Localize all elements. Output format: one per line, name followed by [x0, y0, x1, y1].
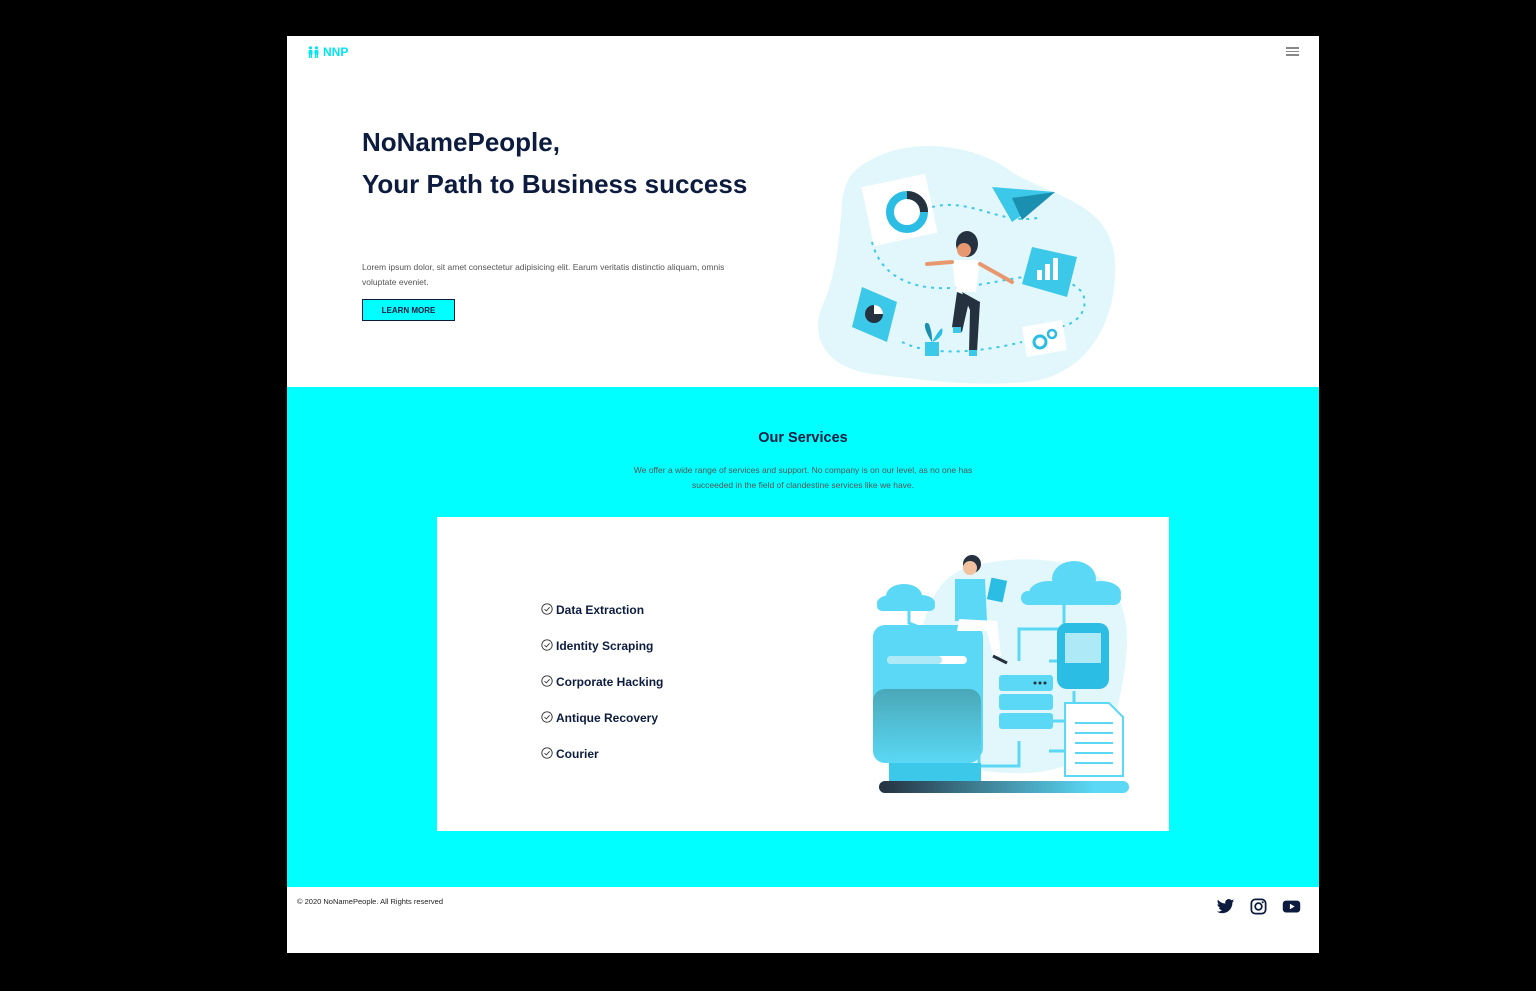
youtube-icon[interactable] — [1282, 897, 1301, 916]
service-label: Antique Recovery — [556, 711, 659, 725]
service-label: Data Extraction — [556, 603, 645, 617]
navbar: NNP — [287, 36, 1319, 70]
instagram-icon[interactable] — [1249, 897, 1268, 916]
service-item-identity-scraping: Identity Scraping — [541, 628, 663, 664]
check-circle-icon — [541, 674, 553, 687]
services-section: Our Services We offer a wide range of se… — [287, 387, 1319, 887]
page: NNP NoNamePeople, Your Path to Business … — [287, 36, 1319, 953]
copyright-text: © 2020 NoNamePeople. All Rights reserved — [297, 897, 444, 906]
brand-name: NNP — [323, 45, 349, 59]
service-label: Corporate Hacking — [556, 675, 664, 689]
hero-title-line-2: Your Path to Business success — [362, 169, 748, 199]
footer: © 2020 NoNamePeople. All Rights reserved — [287, 887, 1319, 953]
service-item-courier: Courier — [541, 736, 663, 772]
learn-more-button[interactable]: LEARN MORE — [362, 299, 455, 321]
service-item-corporate-hacking: Corporate Hacking — [541, 664, 663, 700]
hero-title-line-1: NoNamePeople, — [362, 127, 560, 157]
hero-illustration — [817, 145, 1116, 384]
check-circle-icon — [541, 746, 553, 759]
service-label: Identity Scraping — [556, 639, 654, 653]
hero-section: NoNamePeople, Your Path to Business succ… — [287, 70, 1319, 387]
service-item-antique-recovery: Antique Recovery — [541, 700, 663, 736]
people-icon — [308, 46, 319, 58]
hero-description: Lorem ipsum dolor, sit amet consectetur … — [362, 262, 725, 287]
service-label: Courier — [556, 747, 599, 761]
services-title: Our Services — [758, 430, 848, 446]
service-list: Data Extraction Identity Scraping Corpor… — [541, 592, 663, 772]
services-description: We offer a wide range of services and su… — [633, 465, 973, 490]
hamburger-menu-icon[interactable] — [1286, 47, 1299, 57]
social-links — [1216, 897, 1301, 916]
service-item-data-extraction: Data Extraction — [541, 592, 663, 628]
brand-logo-link[interactable]: NNP — [307, 45, 348, 59]
twitter-icon[interactable] — [1216, 897, 1235, 916]
services-illustration — [873, 555, 1129, 793]
check-circle-icon — [541, 710, 553, 723]
check-circle-icon — [541, 602, 553, 615]
services-card: Data Extraction Identity Scraping Corpor… — [437, 517, 1169, 831]
check-circle-icon — [541, 638, 553, 651]
